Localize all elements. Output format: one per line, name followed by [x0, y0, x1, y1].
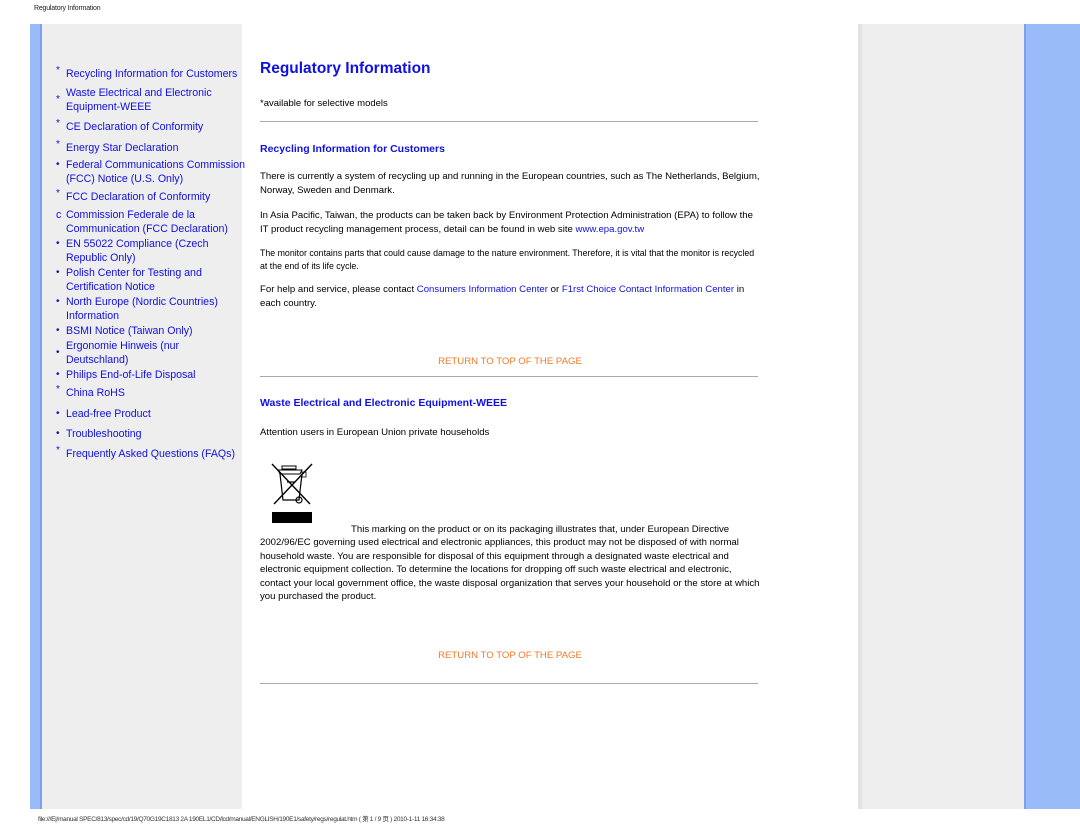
sidebar-item-polish-center[interactable]: • Polish Center for Testing and Certifica…: [56, 266, 226, 294]
sidebar-item-ce-declaration[interactable]: * CE Declaration of Conformity: [56, 118, 242, 134]
divider: [260, 376, 758, 377]
bullet-icon: •: [56, 408, 60, 419]
recycling-paragraph-1: There is currently a system of recycling…: [260, 171, 760, 196]
sidebar-link[interactable]: Polish Center for Testing and Certificat…: [66, 267, 202, 293]
main-content: Regulatory Information *available for se…: [260, 60, 760, 684]
text: For help and service, please contact: [260, 284, 417, 295]
sidebar-link[interactable]: North Europe (Nordic Countries) Informat…: [66, 296, 218, 322]
sidebar-item-fcc-declaration[interactable]: * FCC Declaration of Conformity: [56, 188, 242, 204]
f1rst-choice-contact-link[interactable]: F1rst Choice Contact Information Center: [562, 284, 734, 295]
divider: [260, 121, 758, 122]
sidebar-link[interactable]: BSMI Notice (Taiwan Only): [66, 325, 193, 337]
sidebar-item-energy-star[interactable]: * Energy Star Declaration: [56, 139, 242, 155]
bullet-icon: *: [56, 445, 60, 456]
recycling-paragraph-2-text: In Asia Pacific, Taiwan, the products ca…: [260, 210, 753, 235]
sidebar-link[interactable]: Ergonomie Hinweis (nur Deutschland): [66, 340, 179, 366]
bullet-icon: *: [56, 65, 60, 76]
section-heading-recycling: Recycling Information for Customers: [260, 143, 445, 155]
sidebar-item-commission-federale[interactable]: c Commission Federale de la Communication…: [56, 208, 246, 236]
text: or: [547, 284, 562, 295]
sidebar-link[interactable]: China RoHS: [66, 387, 125, 399]
bullet-icon: •: [56, 267, 60, 278]
weee-attention: Attention users in European Union privat…: [260, 427, 490, 438]
bullet-icon: *: [56, 139, 60, 150]
bullet-icon: •: [56, 369, 60, 380]
sidebar-item-china-rohs[interactable]: * China RoHS: [56, 384, 242, 400]
sidebar-link[interactable]: Waste Electrical and Electronic Equipmen…: [66, 87, 212, 113]
sidebar-link[interactable]: Commission Federale de la Communication …: [66, 209, 228, 235]
epa-website-link[interactable]: www.epa.gov.tw: [576, 224, 645, 235]
sidebar-link[interactable]: FCC Declaration of Conformity: [66, 191, 210, 203]
bullet-icon: *: [56, 188, 60, 199]
consumers-information-center-link[interactable]: Consumers Information Center: [417, 284, 548, 295]
sidebar-item-bsmi[interactable]: • BSMI Notice (Taiwan Only): [56, 324, 242, 338]
bullet-icon: *: [56, 94, 60, 105]
weee-icon-block: [260, 460, 760, 530]
page-header: Regulatory Information: [34, 5, 101, 12]
sidebar-link[interactable]: Federal Communications Commission (FCC) …: [66, 159, 245, 185]
sidebar-link[interactable]: CE Declaration of Conformity: [66, 121, 203, 133]
sidebar-item-en55022[interactable]: • EN 55022 Compliance (Czech Republic Onl…: [56, 237, 236, 265]
availability-note: *available for selective models: [260, 98, 388, 109]
sidebar-link[interactable]: Lead-free Product: [66, 408, 151, 420]
sidebar: * Recycling Information for Customers * Wa…: [30, 24, 245, 809]
weee-body: This marking on the product or on its pa…: [260, 523, 760, 603]
sidebar-item-lead-free[interactable]: • Lead-free Product: [56, 407, 242, 421]
sidebar-link[interactable]: Philips End-of-Life Disposal: [66, 369, 196, 381]
sidebar-item-ergonomie[interactable]: • Ergonomie Hinweis (nur Deutschland): [56, 339, 216, 367]
recycling-paragraph-4: For help and service, please contact Con…: [260, 283, 760, 310]
bullet-icon: •: [56, 325, 60, 336]
sidebar-item-weee[interactable]: * Waste Electrical and Electronic Equipme…: [56, 86, 216, 114]
section-heading-weee: Waste Electrical and Electronic Equipmen…: [260, 397, 508, 409]
sidebar-link[interactable]: Energy Star Declaration: [66, 142, 178, 154]
sidebar-item-philips-eol[interactable]: • Philips End-of-Life Disposal: [56, 368, 242, 382]
bullet-icon: •: [56, 347, 60, 358]
sidebar-link[interactable]: EN 55022 Compliance (Czech Republic Only…: [66, 238, 209, 264]
bullet-icon: c: [56, 209, 62, 221]
sidebar-item-fcc-notice[interactable]: • Federal Communications Commission (FCC)…: [56, 158, 246, 186]
crossed-out-wheelie-bin-icon: [271, 463, 313, 523]
sidebar-item-troubleshooting[interactable]: • Troubleshooting: [56, 427, 242, 441]
bullet-icon: •: [56, 296, 60, 307]
sidebar-item-faqs[interactable]: * Frequently Asked Questions (FAQs): [56, 445, 242, 461]
sidebar-accent-strip: [30, 24, 42, 809]
recycling-paragraph-3: The monitor contains parts that could ca…: [260, 248, 755, 271]
divider: [260, 682, 758, 684]
sidebar-link[interactable]: Frequently Asked Questions (FAQs): [66, 448, 235, 460]
right-accent-strip: [1024, 24, 1080, 809]
sidebar-item-recycling[interactable]: * Recycling Information for Customers: [56, 65, 242, 81]
recycling-paragraph-2: In Asia Pacific, Taiwan, the products ca…: [260, 209, 760, 236]
sidebar-item-north-europe[interactable]: • North Europe (Nordic Countries) Informa…: [56, 295, 246, 323]
return-to-top-link[interactable]: RETURN TO TOP OF THE PAGE: [260, 356, 760, 367]
return-to-top-link[interactable]: RETURN TO TOP OF THE PAGE: [260, 650, 760, 661]
page-title: Regulatory Information: [260, 60, 431, 77]
bullet-icon: *: [56, 118, 60, 129]
right-margin-panel: [858, 24, 1024, 809]
bullet-icon: *: [56, 384, 60, 395]
sidebar-nav: * Recycling Information for Customers * Wa…: [56, 65, 245, 467]
sidebar-link[interactable]: Troubleshooting: [66, 428, 142, 440]
bullet-icon: •: [56, 238, 60, 249]
page-footer-path: file:///E|/manual SPEC/813/spec/cd/19/Q7…: [38, 816, 445, 823]
bullet-icon: •: [56, 159, 60, 170]
sidebar-link[interactable]: Recycling Information for Customers: [66, 68, 237, 80]
bullet-icon: •: [56, 428, 60, 439]
